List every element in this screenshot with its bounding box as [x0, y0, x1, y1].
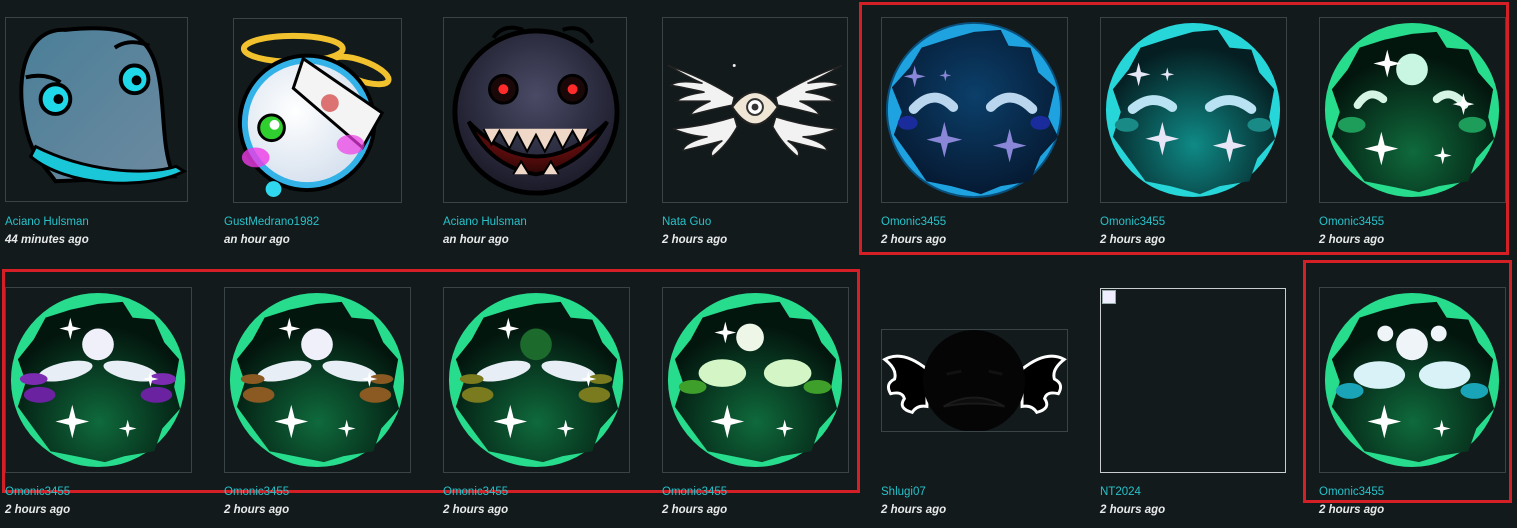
timestamp: an hour ago [224, 234, 290, 246]
broken-image-glyph [1102, 290, 1116, 304]
angel-ball-face-icon[interactable] [233, 18, 402, 203]
timestamp: 2 hours ago [881, 504, 947, 516]
blue-blob-face-icon[interactable] [5, 17, 188, 202]
cyan-orb-face-icon[interactable] [1100, 17, 1287, 203]
author-link[interactable]: Omonic3455 [5, 486, 70, 498]
timestamp: an hour ago [443, 234, 509, 246]
timestamp: 2 hours ago [1319, 234, 1385, 246]
timestamp: 2 hours ago [1100, 234, 1166, 246]
timestamp: 2 hours ago [5, 504, 71, 516]
timestamp: 2 hours ago [1319, 504, 1385, 516]
author-link[interactable]: Omonic3455 [881, 216, 946, 228]
author-link[interactable]: Nata Guo [662, 216, 711, 228]
broken-image-icon[interactable] [1100, 288, 1286, 473]
timestamp: 2 hours ago [224, 504, 290, 516]
author-link[interactable]: Omonic3455 [1100, 216, 1165, 228]
author-link[interactable]: Omonic3455 [1319, 486, 1384, 498]
timestamp: 2 hours ago [662, 234, 728, 246]
timestamp: 2 hours ago [1100, 504, 1166, 516]
green-orb-cyan-face-icon[interactable] [1319, 287, 1506, 473]
blue-orb-face-icon[interactable] [881, 17, 1068, 203]
green-orb-face-icon[interactable] [1319, 17, 1506, 203]
winged-dark-face-icon[interactable] [881, 329, 1068, 432]
green-orb-orange-face-icon[interactable] [224, 287, 411, 473]
green-orb-yellow-face-icon[interactable] [443, 287, 630, 473]
author-link[interactable]: Omonic3455 [224, 486, 289, 498]
author-link[interactable]: Omonic3455 [1319, 216, 1384, 228]
author-link[interactable]: NT2024 [1100, 486, 1141, 498]
timestamp: 2 hours ago [881, 234, 947, 246]
timestamp: 44 minutes ago [5, 234, 89, 246]
author-link[interactable]: GustMedrano1982 [224, 216, 319, 228]
author-link[interactable]: Shlugi07 [881, 486, 926, 498]
author-link[interactable]: Omonic3455 [662, 486, 727, 498]
dark-grin-face-icon[interactable] [443, 17, 627, 203]
winged-eye-icon[interactable] [662, 17, 848, 203]
green-orb-glow-face-icon[interactable] [662, 287, 849, 473]
author-link[interactable]: Omonic3455 [443, 486, 508, 498]
green-orb-purple-face-icon[interactable] [5, 287, 192, 473]
timestamp: 2 hours ago [662, 504, 728, 516]
author-link[interactable]: Aciano Hulsman [443, 216, 527, 228]
author-link[interactable]: Aciano Hulsman [5, 216, 89, 228]
timestamp: 2 hours ago [443, 504, 509, 516]
